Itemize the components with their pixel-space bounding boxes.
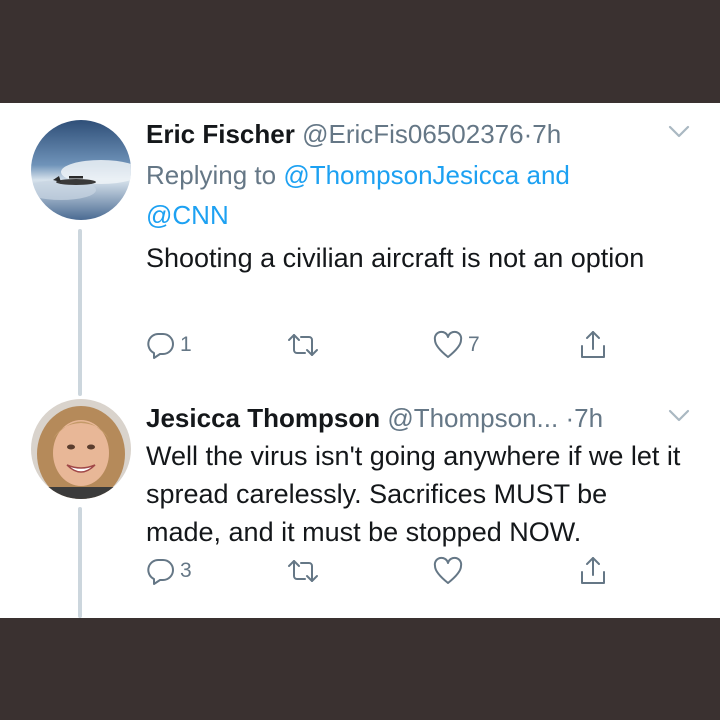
display-name[interactable]: Jesicca Thompson (146, 403, 380, 433)
tweet-eric-fischer[interactable]: Eric Fischer @EricFis06502376·7h Replyin… (0, 103, 720, 396)
reply-button[interactable]: 1 (146, 328, 192, 362)
avatar[interactable] (31, 120, 131, 220)
replying-to-label: Replying to (146, 160, 277, 190)
reply-icon (147, 558, 174, 585)
share-icon (581, 331, 605, 358)
reply-icon (147, 332, 174, 359)
heart-icon (433, 556, 463, 584)
airplane-avatar-icon (31, 120, 131, 220)
reply-count: 3 (180, 559, 192, 582)
avatar[interactable] (31, 399, 131, 499)
screenshot-frame: Eric Fischer @EricFis06502376·7h Replyin… (0, 0, 720, 720)
profile-photo-avatar-icon (31, 399, 131, 499)
thread-line (78, 507, 82, 618)
retweet-icon (288, 560, 318, 582)
tweet-jesicca-thompson[interactable]: Jesicca Thompson @Thompson... ·7h Well t… (0, 393, 720, 618)
mention-cnn[interactable]: @CNN (146, 200, 229, 230)
separator-dot: · (565, 403, 575, 433)
share-icon (581, 557, 605, 584)
tweet-thread: Eric Fischer @EricFis06502376·7h Replyin… (0, 103, 720, 618)
reply-count: 1 (180, 333, 192, 356)
replying-to: Replying to @ThompsonJesicca and @CNN (146, 155, 646, 235)
user-handle[interactable]: @EricFis06502376 (302, 119, 524, 149)
share-button[interactable] (578, 554, 608, 588)
like-button[interactable]: 7 (432, 328, 480, 362)
tweet-text: Well the virus isn't going anywhere if w… (146, 441, 681, 547)
tweet-actions: 1 7 (146, 328, 626, 362)
like-count: 7 (468, 333, 480, 356)
mention-thompsonjesicca[interactable]: @ThompsonJesicca (283, 160, 519, 190)
retweet-button[interactable] (286, 328, 324, 362)
tweet-text: Shooting a civilian aircraft is not an o… (146, 243, 645, 273)
retweet-icon (288, 334, 318, 356)
chevron-down-icon[interactable] (668, 409, 690, 423)
chevron-down-icon[interactable] (668, 125, 690, 139)
timestamp[interactable]: 7h (574, 403, 603, 433)
thread-line (78, 229, 82, 396)
heart-icon (433, 330, 463, 358)
share-button[interactable] (578, 328, 608, 362)
user-handle[interactable]: @Thompson... (387, 403, 558, 433)
replying-conjunction[interactable]: and (526, 160, 569, 190)
timestamp[interactable]: 7h (532, 119, 561, 149)
tweet-header: Jesicca Thompson @Thompson... ·7h (146, 403, 603, 433)
reply-button[interactable]: 3 (146, 554, 192, 588)
display-name[interactable]: Eric Fischer (146, 119, 295, 149)
tweet-actions: 3 (146, 554, 626, 588)
separator-dot: · (523, 119, 533, 149)
like-button[interactable] (432, 554, 468, 588)
retweet-button[interactable] (286, 554, 324, 588)
tweet-header: Eric Fischer @EricFis06502376·7h (146, 119, 561, 149)
